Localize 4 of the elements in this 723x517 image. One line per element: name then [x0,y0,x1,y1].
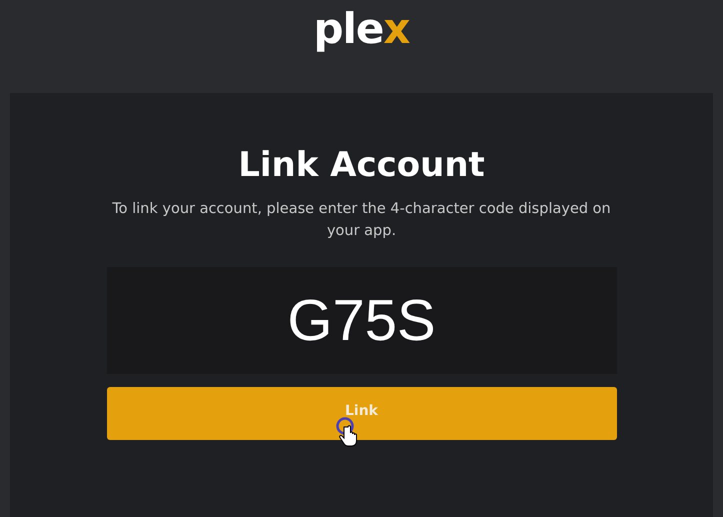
plex-logo: plex [313,8,410,50]
page-title: Link Account [238,147,485,184]
code-input-field[interactable]: G75S [106,267,616,374]
instruction-text: To link your account, please enter the 4-character code displayed on your app. [111,200,612,242]
